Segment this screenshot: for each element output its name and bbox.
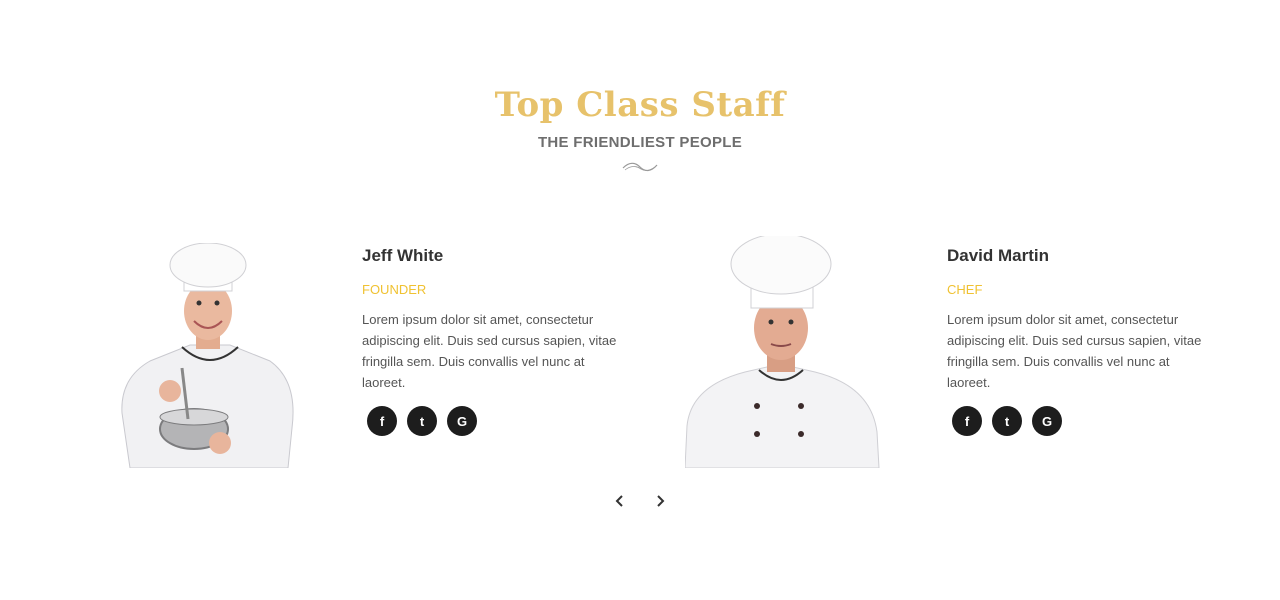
chef-photo-2 <box>685 236 880 468</box>
facebook-icon[interactable]: f <box>952 406 982 436</box>
section-subtitle: THE FRIENDLIEST PEOPLE <box>537 134 743 151</box>
staff-info-1: Jeff White FOUNDER Lorem ipsum dolor sit… <box>362 244 622 436</box>
social-links: f t G <box>947 406 1207 436</box>
social-links: f t G <box>362 406 622 436</box>
twitter-icon[interactable]: t <box>992 406 1022 436</box>
staff-role: FOUNDER <box>362 282 427 297</box>
section-title: Top Class Staff <box>494 85 786 125</box>
flourish-divider-icon <box>622 162 658 172</box>
twitter-icon[interactable]: t <box>407 406 437 436</box>
staff-card-1: Jeff White FOUNDER Lorem ipsum dolor sit… <box>100 236 620 468</box>
chevron-right-icon[interactable] <box>651 492 669 510</box>
google-icon[interactable]: G <box>1032 406 1062 436</box>
facebook-icon[interactable]: f <box>367 406 397 436</box>
staff-role: CHEF <box>947 282 983 297</box>
staff-info-2: David Martin CHEF Lorem ipsum dolor sit … <box>947 244 1207 436</box>
staff-bio: Lorem ipsum dolor sit amet, consectetur … <box>362 312 617 390</box>
chevron-left-icon[interactable] <box>611 492 629 510</box>
carousel-nav <box>0 492 1280 510</box>
staff-name: David Martin <box>947 246 1050 265</box>
google-icon[interactable]: G <box>447 406 477 436</box>
staff-card-2: David Martin CHEF Lorem ipsum dolor sit … <box>685 236 1205 468</box>
staff-bio: Lorem ipsum dolor sit amet, consectetur … <box>947 312 1202 390</box>
staff-name: Jeff White <box>362 246 444 265</box>
chef-photo-1 <box>121 243 294 468</box>
section-header: Top Class Staff THE FRIENDLIEST PEOPLE <box>0 80 1280 173</box>
